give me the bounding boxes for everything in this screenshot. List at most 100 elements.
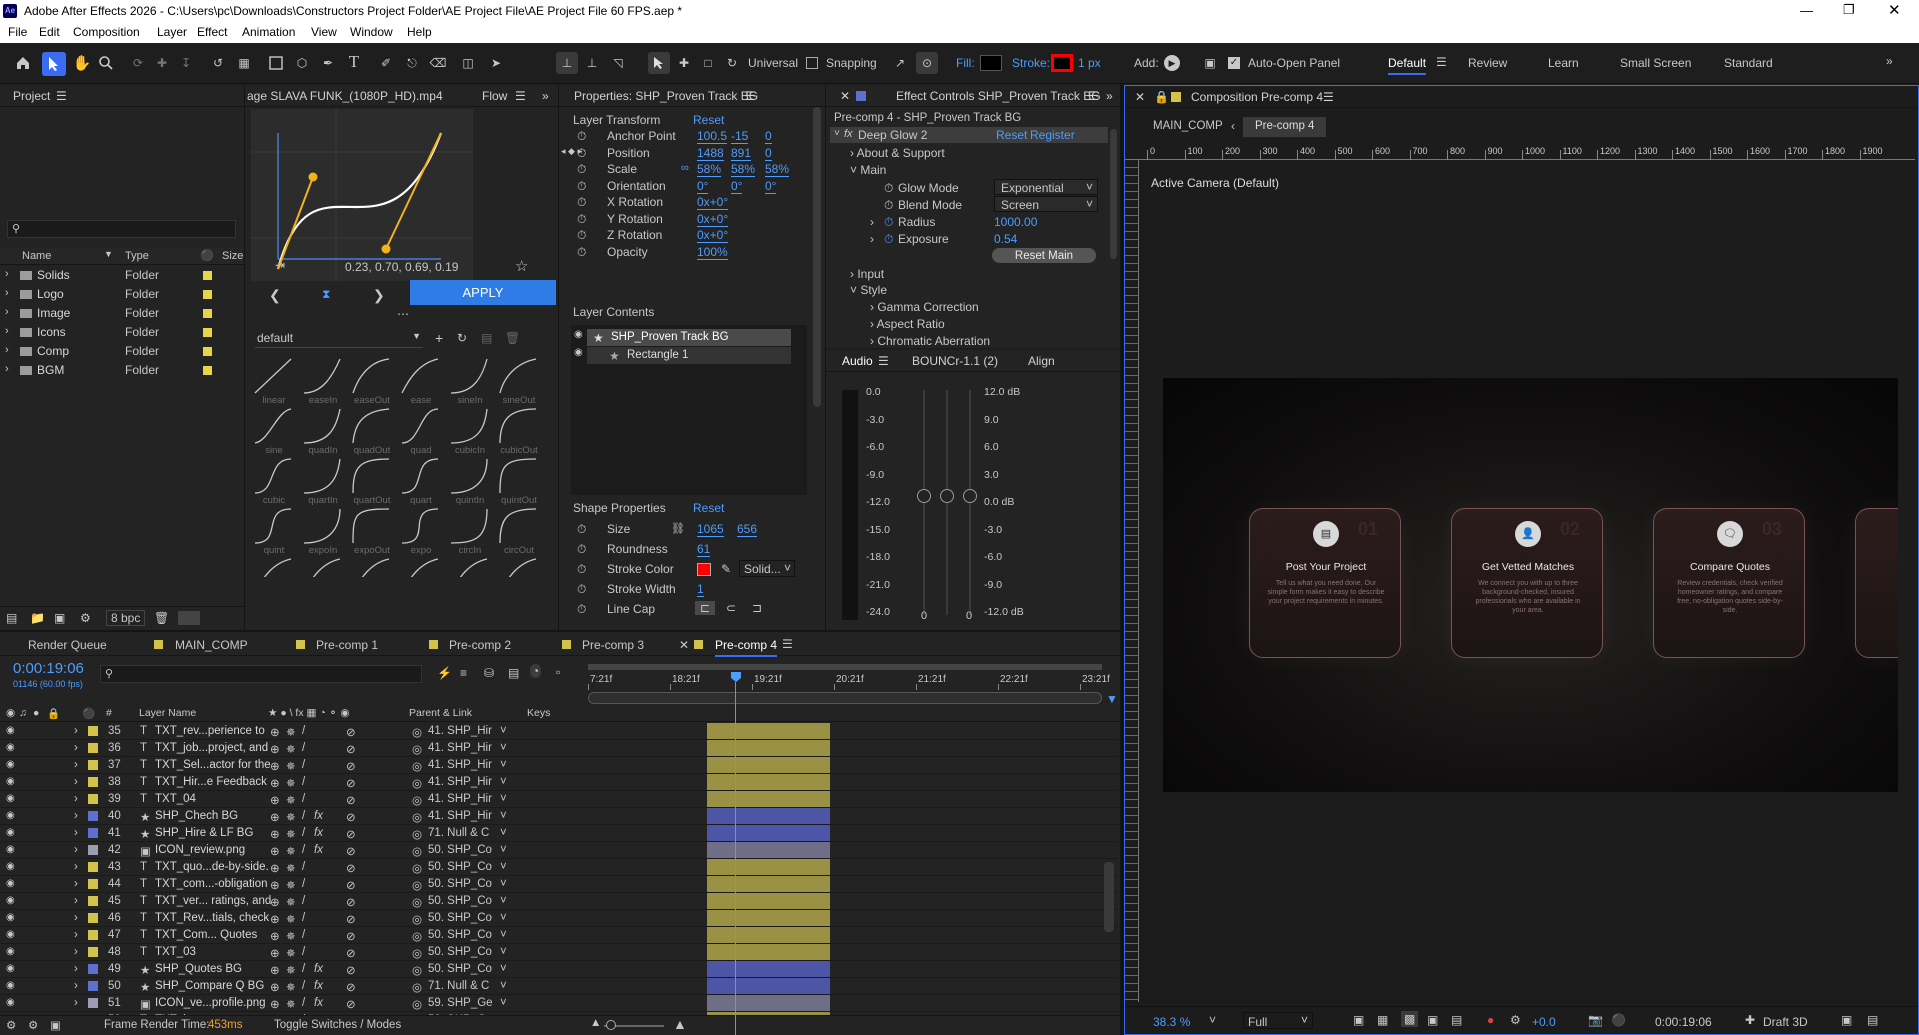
prop-value[interactable]: 58% xyxy=(697,162,722,177)
flow-next-icon[interactable]: ❯ xyxy=(373,287,385,304)
curve-preset[interactable]: easeOut xyxy=(351,357,397,407)
comp-card[interactable]: 🗨 03 Compare Quotes Review credentials, che… xyxy=(1653,508,1805,658)
collapse-switch-icon[interactable]: ✵ xyxy=(286,844,296,858)
stopwatch-icon[interactable]: ⏱ xyxy=(884,198,893,213)
chromatic-row[interactable]: › Chromatic Aberration xyxy=(870,334,990,348)
table-row[interactable]: ◉ › 43 T TXT_quo...de-by-side. ⊕ ✵ / ⊘ ◎ 50. SHP_C… xyxy=(0,859,1118,876)
parent-value[interactable]: 71. Null & C xyxy=(428,827,489,839)
shy-icon[interactable]: ⛁ xyxy=(484,666,494,680)
tab-menu-icon[interactable]: ☰ xyxy=(782,637,793,651)
project-item[interactable]: › Image Folder xyxy=(0,304,244,323)
fx-switch-icon[interactable]: fx xyxy=(314,810,323,822)
curve-preset[interactable]: quad xyxy=(400,407,446,457)
trash-icon[interactable]: 🗑 xyxy=(154,611,169,625)
expand-icon[interactable]: › xyxy=(5,287,9,299)
layer-bar[interactable] xyxy=(707,859,830,875)
chevron-down-icon[interactable]: ˅ xyxy=(500,895,507,907)
work-area-bar[interactable] xyxy=(588,664,1102,670)
chevron-down-icon[interactable]: ˅ xyxy=(500,861,507,873)
layer-name[interactable]: TXT_Sel...actor for the xyxy=(155,759,271,771)
menu-help[interactable]: Help xyxy=(407,25,432,39)
rectangle-tool-icon[interactable] xyxy=(266,53,286,73)
line-cap-icon[interactable]: ⊂ xyxy=(721,601,741,615)
preset-save-icon[interactable]: ▤ xyxy=(481,331,492,345)
curve-preset[interactable]: circOut xyxy=(498,507,544,557)
pickwhip-icon[interactable]: ◎ xyxy=(412,963,422,977)
flow-mode-icon[interactable]: ⧗ xyxy=(322,287,330,302)
comp-card[interactable]: ▤ 01 Post Your Project Tell us what you nee… xyxy=(1249,508,1401,658)
curve-preset[interactable]: expoIn xyxy=(302,507,348,557)
prop-value[interactable]: -15 xyxy=(731,129,749,144)
table-row[interactable]: ◉ › 36 T TXT_job...project, and ⊕ ✵ / ⊘ ◎ 41. SHP_… xyxy=(0,740,1118,757)
curve-preset[interactable]: expoOut xyxy=(351,507,397,557)
folder-icon[interactable]: 📁 xyxy=(30,611,45,625)
shape-reset-link[interactable]: Reset xyxy=(693,501,724,515)
zoom-dropdown-icon[interactable]: ˅ xyxy=(1209,1013,1216,1027)
eye-icon[interactable]: ◉ xyxy=(6,844,15,855)
stroke-label[interactable]: Stroke: xyxy=(1012,56,1050,70)
brush-tool-icon[interactable]: ✐ xyxy=(376,53,396,73)
expand-icon[interactable]: › xyxy=(74,742,78,754)
3d-switch-icon[interactable]: ⊘ xyxy=(346,810,356,824)
chevron-down-icon[interactable]: ˅ xyxy=(500,810,507,822)
chevron-down-icon[interactable]: ˅ xyxy=(500,827,507,839)
chevron-down-icon[interactable]: ˅ xyxy=(500,946,507,958)
effect-register-link[interactable]: Register xyxy=(1030,128,1075,142)
timeline-scrollbar[interactable] xyxy=(1104,862,1114,932)
layer-icon[interactable]: ▣ xyxy=(50,1018,61,1032)
table-row[interactable]: ◉ › 42 ▣ ICON_review.png ⊕ ✵ / fx ⊘ ◎ 50. SHP_Co ˅ xyxy=(0,842,1118,859)
eye-icon[interactable]: ◉ xyxy=(6,963,15,974)
add-preset-icon[interactable]: + xyxy=(435,330,443,346)
col-size[interactable]: Size xyxy=(222,250,243,262)
table-row[interactable]: ◉ › 38 T TXT_Hir...e Feedback ⊕ ✵ / ⊘ ◎ 41. SHP_Hi… xyxy=(0,774,1118,791)
stroke-width[interactable]: 1 px xyxy=(1078,56,1101,70)
project-item[interactable]: › Solids Folder xyxy=(0,266,244,285)
prop-value[interactable]: 58% xyxy=(765,162,790,177)
stopwatch-icon[interactable]: ⏱ xyxy=(884,181,893,196)
motion-blur-icon[interactable]: ◔ xyxy=(530,664,542,678)
workspace-learn[interactable]: Learn xyxy=(1548,56,1579,70)
menu-file[interactable]: File xyxy=(8,25,27,39)
collapse-switch-icon[interactable]: ✵ xyxy=(286,912,296,926)
curve-preset[interactable] xyxy=(400,557,446,577)
preset-refresh-icon[interactable]: ↻ xyxy=(457,331,467,345)
draft-icon[interactable]: ✚ xyxy=(1745,1013,1755,1027)
stopwatch-icon[interactable]: ⏱ xyxy=(577,562,586,577)
stopwatch-icon[interactable]: ⏱ xyxy=(884,215,893,230)
pickwhip-icon[interactable]: ◎ xyxy=(412,895,422,909)
label-color[interactable] xyxy=(88,777,98,787)
project-item[interactable]: › Comp Folder xyxy=(0,342,244,361)
stopwatch-icon[interactable]: ⏱ xyxy=(577,602,586,617)
quality-switch-icon[interactable]: / xyxy=(302,742,305,754)
shy-switch-icon[interactable]: ⊕ xyxy=(270,810,280,824)
draft-3d-icon[interactable]: ≡ xyxy=(460,666,467,680)
label-color[interactable] xyxy=(203,271,212,280)
axis-local-icon[interactable]: ⊥ xyxy=(556,52,578,74)
layer-name[interactable]: SHP_Hire & LF BG xyxy=(155,827,253,839)
reset-main-button[interactable]: Reset Main xyxy=(992,248,1096,263)
fx-switch-icon[interactable]: fx xyxy=(314,827,323,839)
fader-knob-right[interactable] xyxy=(963,489,977,503)
layer-name[interactable]: TXT_Rev...tials, check xyxy=(155,912,269,924)
pickwhip-icon[interactable]: ◎ xyxy=(412,929,422,943)
eye-icon[interactable]: ◉ xyxy=(6,929,15,940)
label-icon[interactable]: ⚫ xyxy=(82,707,95,720)
mask-icon[interactable]: ▣ xyxy=(1427,1013,1438,1027)
quality-switch-icon[interactable]: / xyxy=(302,844,305,856)
bouncr-tab[interactable]: BOUNCr-1.1 (2) xyxy=(912,354,998,368)
layer-name[interactable]: ICON_review.png xyxy=(155,844,245,856)
effect-tab[interactable]: ✕ Effect Controls SHP_Proven Track BG ☰» xyxy=(826,85,1120,107)
draft-3d-label[interactable]: Draft 3D xyxy=(1763,1015,1808,1029)
line-cap-icon[interactable]: ⊏ xyxy=(695,601,715,615)
3d-switch-icon[interactable]: ⊘ xyxy=(346,980,356,994)
curve-preset[interactable]: sine xyxy=(253,407,299,457)
collapse-switch-icon[interactable]: ✵ xyxy=(286,861,296,875)
color-icon[interactable]: ● xyxy=(1487,1013,1494,1027)
3d-switch-icon[interactable]: ⊘ xyxy=(346,929,356,943)
expand-icon[interactable]: › xyxy=(5,344,9,356)
flow-curve-editor[interactable] xyxy=(251,109,473,281)
label-color[interactable] xyxy=(203,347,212,356)
chevron-down-icon[interactable]: ˅ xyxy=(500,725,507,737)
pickwhip-icon[interactable]: ◎ xyxy=(412,844,422,858)
comp-card[interactable]: ✓04Hire &Select the pro... xyxy=(1855,508,1898,658)
